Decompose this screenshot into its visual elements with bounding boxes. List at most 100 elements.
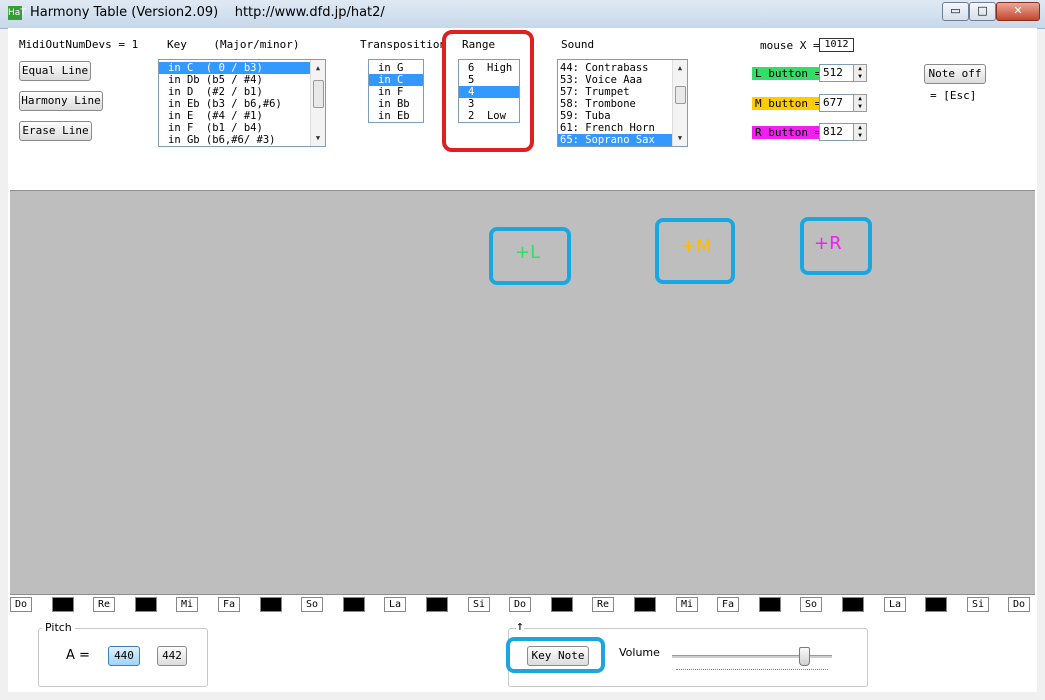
key-listbox[interactable]: in C ( 0 / b3) in Db (b5 / #4) in D (#2 … xyxy=(158,59,326,147)
scroll-up-icon[interactable]: ▲ xyxy=(311,62,325,74)
black-key xyxy=(260,597,282,612)
up-arrow-icon: ↑ xyxy=(516,619,524,634)
scroll-thumb[interactable] xyxy=(313,80,324,108)
key-item[interactable]: in E (#4 / #1) xyxy=(159,110,325,122)
black-key xyxy=(52,597,74,612)
scroll-down-icon[interactable]: ▼ xyxy=(673,132,687,144)
m-button-value[interactable]: 677 xyxy=(819,94,856,112)
white-key-label: Mi xyxy=(176,597,198,612)
volume-label: Volume xyxy=(619,646,660,659)
white-key-label: Do xyxy=(509,597,531,612)
key-item[interactable]: in Eb (b3 / b6,#6) xyxy=(159,98,325,110)
white-key-label: Mi xyxy=(676,597,698,612)
transposition-item[interactable]: in G xyxy=(369,62,423,74)
r-marker: +R xyxy=(800,217,872,275)
plus-r-label: +R xyxy=(814,233,842,254)
r-spin-icon[interactable]: ▲ ▼ xyxy=(853,123,867,141)
minimize-button[interactable]: ▭ xyxy=(942,2,969,21)
harmony-line-button[interactable]: Harmony Line xyxy=(19,91,103,111)
white-key-label: Re xyxy=(592,597,614,612)
white-key-label: La xyxy=(884,597,906,612)
sound-item[interactable]: 59: Tuba xyxy=(558,110,687,122)
r-button-value[interactable]: 812 xyxy=(819,123,856,141)
pitch-440-button[interactable]: 440 xyxy=(108,646,140,666)
transposition-item[interactable]: in Eb xyxy=(369,110,423,122)
black-key xyxy=(925,597,947,612)
key-item[interactable]: in D (#2 / b1) xyxy=(159,86,325,98)
sound-listbox[interactable]: 44: Contrabass 53: Voice Aaa 57: Trumpet… xyxy=(557,59,688,147)
scroll-down-icon[interactable]: ▼ xyxy=(311,132,325,144)
black-key xyxy=(842,597,864,612)
key-item[interactable]: in Gb (b6,#6/ #3) xyxy=(159,134,325,146)
key-header: Key (Major/minor) xyxy=(167,38,300,51)
app-icon: HaT xyxy=(8,6,26,20)
l-button-label: L button = xyxy=(752,67,825,80)
close-button[interactable]: ✕ xyxy=(996,2,1040,21)
a-equals-label: A = xyxy=(66,648,90,663)
pitch-group-label: Pitch xyxy=(42,621,75,634)
white-key-label: Fa xyxy=(218,597,240,612)
scroll-up-icon[interactable]: ▲ xyxy=(673,62,687,74)
m-button-label: M button = xyxy=(752,97,825,110)
transposition-header: Transposition xyxy=(360,38,447,51)
plus-l-label: +L xyxy=(515,242,541,263)
key-scrollbar[interactable]: ▲ ▼ xyxy=(310,60,325,146)
midi-out-label: MidiOutNumDevs = 1 xyxy=(19,38,139,51)
key-note-button[interactable]: Key Note xyxy=(527,646,589,666)
sound-header: Sound xyxy=(561,38,595,51)
range-item[interactable]: 2 Low xyxy=(459,110,519,122)
black-key xyxy=(135,597,157,612)
r-button-label: R button = xyxy=(752,126,825,139)
sound-item[interactable]: 44: Contrabass xyxy=(558,62,687,74)
black-key xyxy=(759,597,781,612)
white-key-label: So xyxy=(301,597,323,612)
note-off-button[interactable]: Note off xyxy=(924,64,986,84)
range-listbox[interactable]: 6 High 5 4 3 2 Low xyxy=(458,59,520,123)
transposition-item[interactable]: in F xyxy=(369,86,423,98)
key-item[interactable]: in Db (b5 / #4) xyxy=(159,74,325,86)
white-key-label: Si xyxy=(967,597,989,612)
plus-m-label: +M xyxy=(681,236,712,257)
volume-ticks xyxy=(676,669,828,673)
black-key xyxy=(426,597,448,612)
sound-item[interactable]: 57: Trumpet xyxy=(558,86,687,98)
range-item[interactable]: 5 xyxy=(459,74,519,86)
transposition-item[interactable]: in C xyxy=(369,74,423,86)
range-header: Range xyxy=(462,38,496,51)
black-key xyxy=(343,597,365,612)
sound-item[interactable]: 61: French Horn xyxy=(558,122,687,134)
range-item[interactable]: 6 High xyxy=(459,62,519,74)
sound-scrollbar[interactable]: ▲ ▼ xyxy=(672,60,687,146)
pitch-442-button[interactable]: 442 xyxy=(157,646,187,666)
key-item[interactable]: in F (b1 / b4) xyxy=(159,122,325,134)
erase-line-button[interactable]: Erase Line xyxy=(19,121,92,141)
mouse-x-label: mouse X = xyxy=(760,39,820,52)
sound-item[interactable]: 58: Trombone xyxy=(558,98,687,110)
white-key-label: Re xyxy=(93,597,115,612)
scroll-thumb[interactable] xyxy=(675,86,686,104)
white-key-label: Do xyxy=(1008,597,1030,612)
equal-line-button[interactable]: Equal Line xyxy=(19,61,91,81)
transposition-item[interactable]: in Bb xyxy=(369,98,423,110)
m-spin-icon[interactable]: ▲ ▼ xyxy=(853,94,867,112)
volume-slider[interactable] xyxy=(799,647,810,666)
range-item[interactable]: 3 xyxy=(459,98,519,110)
key-item[interactable]: in C ( 0 / b3) xyxy=(159,62,325,74)
white-key-label: Si xyxy=(468,597,490,612)
l-marker: +L xyxy=(489,227,571,285)
sound-item[interactable]: 65: Soprano Sax xyxy=(558,134,687,146)
sound-item[interactable]: 53: Voice Aaa xyxy=(558,74,687,86)
l-spin-icon[interactable]: ▲ ▼ xyxy=(853,64,867,82)
white-key-label: Do xyxy=(10,597,32,612)
range-item[interactable]: 4 xyxy=(459,86,519,98)
l-button-value[interactable]: 512 xyxy=(819,64,856,82)
white-key-label: So xyxy=(800,597,822,612)
white-key-label: Fa xyxy=(717,597,739,612)
m-marker: +M xyxy=(655,218,735,284)
esc-hint: = [Esc] xyxy=(930,89,977,102)
window-title: Harmony Table (Version2.09) http://www.d… xyxy=(30,5,385,20)
white-key-label: La xyxy=(384,597,406,612)
transposition-listbox[interactable]: in G in C in F in Bb in Eb xyxy=(368,59,424,123)
black-key xyxy=(551,597,573,612)
maximize-button[interactable]: □ xyxy=(969,2,996,21)
